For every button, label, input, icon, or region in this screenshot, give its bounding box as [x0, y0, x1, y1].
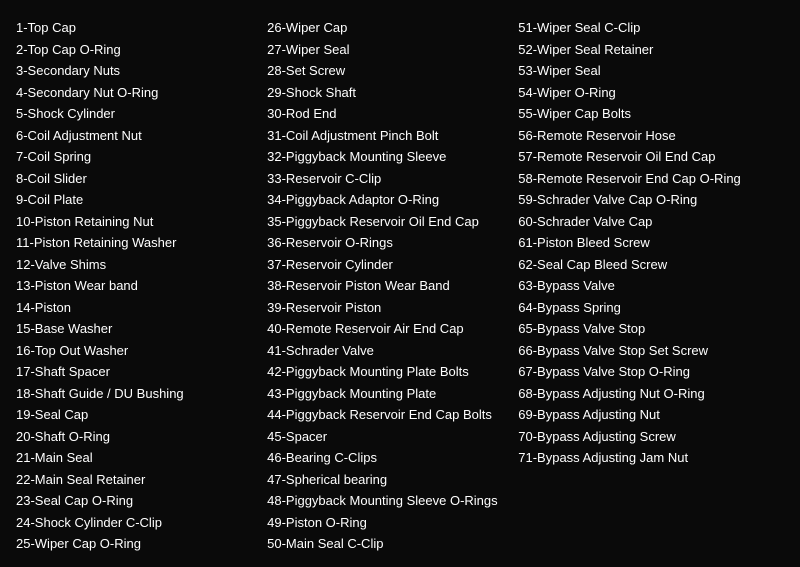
list-item: 11-Piston Retaining Washer [16, 233, 259, 253]
list-item: 52-Wiper Seal Retainer [518, 40, 784, 60]
list-item: 44-Piggyback Reservoir End Cap Bolts [267, 405, 507, 425]
list-item: 42-Piggyback Mounting Plate Bolts [267, 362, 510, 382]
list-item: 59-Schrader Valve Cap O-Ring [518, 190, 784, 210]
list-item: 66-Bypass Valve Stop Set Screw [518, 341, 778, 361]
list-item: 34-Piggyback Adaptor O-Ring [267, 190, 510, 210]
list-item: 17-Shaft Spacer [16, 362, 259, 382]
list-item: 24-Shock Cylinder C-Clip [16, 513, 259, 533]
list-item: 70-Bypass Adjusting Screw [518, 427, 784, 447]
list-item: 68-Bypass Adjusting Nut O-Ring [518, 384, 784, 404]
list-item: 69-Bypass Adjusting Nut [518, 405, 784, 425]
list-item: 60-Schrader Valve Cap [518, 212, 784, 232]
list-item: 48-Piggyback Mounting Sleeve O-Rings [267, 491, 507, 511]
parts-list-page: 1-Top Cap2-Top Cap O-Ring3-Secondary Nut… [0, 0, 800, 567]
list-item: 50-Main Seal C-Clip [267, 534, 510, 554]
list-item: 28-Set Screw [267, 61, 510, 81]
list-item: 71-Bypass Adjusting Jam Nut [518, 448, 784, 468]
list-item: 56-Remote Reservoir Hose [518, 126, 784, 146]
list-item: 2-Top Cap O-Ring [16, 40, 259, 60]
list-item: 29-Shock Shaft [267, 83, 510, 103]
list-item: 46-Bearing C-Clips [267, 448, 510, 468]
list-item: 37-Reservoir Cylinder [267, 255, 510, 275]
list-item: 41-Schrader Valve [267, 341, 510, 361]
list-item: 30-Rod End [267, 104, 510, 124]
list-item: 55-Wiper Cap Bolts [518, 104, 784, 124]
list-item: 7-Coil Spring [16, 147, 259, 167]
list-item: 4-Secondary Nut O-Ring [16, 83, 259, 103]
list-item: 45-Spacer [267, 427, 510, 447]
list-item: 25-Wiper Cap O-Ring [16, 534, 259, 554]
list-item: 38-Reservoir Piston Wear Band [267, 276, 510, 296]
list-item: 5-Shock Cylinder [16, 104, 259, 124]
list-item: 10-Piston Retaining Nut [16, 212, 259, 232]
list-item: 3-Secondary Nuts [16, 61, 259, 81]
list-item: 43-Piggyback Mounting Plate [267, 384, 510, 404]
list-item: 47-Spherical bearing [267, 470, 510, 490]
list-item: 8-Coil Slider [16, 169, 259, 189]
list-item: 65-Bypass Valve Stop [518, 319, 784, 339]
list-item: 15-Base Washer [16, 319, 259, 339]
list-item: 61-Piston Bleed Screw [518, 233, 784, 253]
list-item: 36-Reservoir O-Rings [267, 233, 510, 253]
list-item: 40-Remote Reservoir Air End Cap [267, 319, 507, 339]
list-item: 32-Piggyback Mounting Sleeve [267, 147, 510, 167]
list-item: 1-Top Cap [16, 18, 259, 38]
list-item: 6-Coil Adjustment Nut [16, 126, 259, 146]
list-item: 58-Remote Reservoir End Cap O-Ring [518, 169, 778, 189]
list-item: 64-Bypass Spring [518, 298, 784, 318]
list-item: 63-Bypass Valve [518, 276, 784, 296]
list-item: 62-Seal Cap Bleed Screw [518, 255, 784, 275]
list-item: 19-Seal Cap [16, 405, 259, 425]
list-item: 20-Shaft O-Ring [16, 427, 259, 447]
list-item: 16-Top Out Washer [16, 341, 259, 361]
list-item: 31-Coil Adjustment Pinch Bolt [267, 126, 510, 146]
list-item: 35-Piggyback Reservoir Oil End Cap [267, 212, 507, 232]
list-item: 18-Shaft Guide / DU Bushing [16, 384, 259, 404]
list-item: 57-Remote Reservoir Oil End Cap [518, 147, 778, 167]
column-1: 1-Top Cap2-Top Cap O-Ring3-Secondary Nut… [16, 18, 267, 549]
list-item: 39-Reservoir Piston [267, 298, 510, 318]
list-item: 33-Reservoir C-Clip [267, 169, 510, 189]
list-item: 27-Wiper Seal [267, 40, 510, 60]
list-item: 13-Piston Wear band [16, 276, 259, 296]
column-3: 51-Wiper Seal C-Clip52-Wiper Seal Retain… [518, 18, 784, 549]
list-item: 23-Seal Cap O-Ring [16, 491, 259, 511]
list-item: 14-Piston [16, 298, 259, 318]
list-item: 9-Coil Plate [16, 190, 259, 210]
list-item: 49-Piston O-Ring [267, 513, 510, 533]
list-item: 54-Wiper O-Ring [518, 83, 784, 103]
column-2: 26-Wiper Cap27-Wiper Seal28-Set Screw29-… [267, 18, 518, 549]
list-item: 21-Main Seal [16, 448, 259, 468]
list-item: 51-Wiper Seal C-Clip [518, 18, 784, 38]
list-item: 22-Main Seal Retainer [16, 470, 259, 490]
list-item: 12-Valve Shims [16, 255, 259, 275]
list-item: 67-Bypass Valve Stop O-Ring [518, 362, 784, 382]
list-item: 26-Wiper Cap [267, 18, 510, 38]
list-item: 53-Wiper Seal [518, 61, 784, 81]
